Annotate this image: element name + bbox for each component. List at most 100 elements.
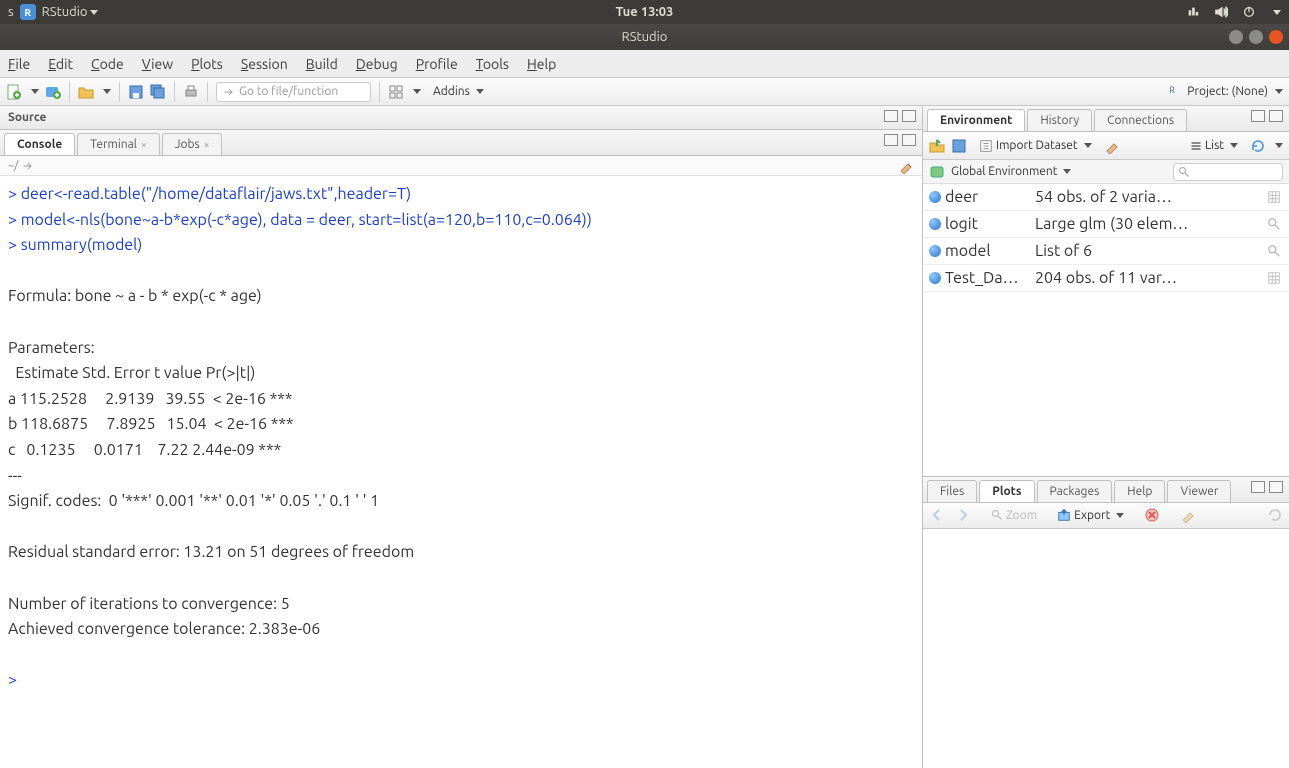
- inspect-icon[interactable]: [1267, 217, 1289, 231]
- menu-edit[interactable]: Edit: [48, 56, 73, 72]
- save-icon[interactable]: [128, 84, 144, 100]
- rstudio-badge-icon: R: [20, 4, 36, 20]
- open-recent-dropdown-icon[interactable]: [103, 89, 111, 94]
- clear-console-icon[interactable]: [898, 158, 914, 174]
- ubuntu-top-bar: s R RStudio Tue 13:03: [0, 0, 1289, 24]
- refresh-plots-icon[interactable]: [1267, 507, 1283, 523]
- source-pane-header: Source: [0, 106, 922, 130]
- ubuntu-app-name[interactable]: RStudio: [42, 5, 88, 19]
- goto-arrow-icon: [223, 86, 235, 98]
- path-arrow-icon[interactable]: [22, 160, 34, 172]
- source-maximize-icon[interactable]: [902, 110, 916, 122]
- menu-tools[interactable]: Tools: [476, 56, 509, 72]
- env-search-input[interactable]: [1173, 163, 1283, 181]
- print-icon[interactable]: [183, 84, 199, 100]
- volume-icon[interactable]: [1214, 5, 1228, 19]
- clear-plots-icon[interactable]: [1180, 507, 1196, 523]
- grid-dropdown-icon[interactable]: [413, 89, 421, 94]
- source-title: Source: [8, 111, 46, 124]
- new-project-icon[interactable]: [45, 84, 61, 100]
- tab-console[interactable]: Console: [4, 133, 75, 155]
- plots-minimize-icon[interactable]: [1251, 481, 1265, 493]
- console-output-line: c 0.1235 0.0171 7.22 2.44e-09 ***: [8, 438, 914, 464]
- window-close-button[interactable]: [1269, 30, 1283, 44]
- window-minimize-button[interactable]: [1229, 30, 1243, 44]
- tab-connections[interactable]: Connections: [1094, 109, 1187, 131]
- next-plot-icon[interactable]: [955, 507, 971, 523]
- tab-viewer[interactable]: Viewer: [1167, 480, 1231, 502]
- env-maximize-icon[interactable]: [1269, 110, 1283, 122]
- plots-maximize-icon[interactable]: [1269, 481, 1283, 493]
- menu-debug[interactable]: Debug: [356, 56, 398, 72]
- new-file-dropdown-icon[interactable]: [31, 89, 39, 94]
- addins-button[interactable]: Addins: [433, 85, 484, 98]
- open-file-icon[interactable]: [78, 84, 94, 100]
- menu-view[interactable]: View: [142, 56, 173, 72]
- remove-plot-icon[interactable]: [1144, 507, 1160, 523]
- env-toolbar: Import Dataset List: [923, 132, 1289, 160]
- menu-code[interactable]: Code: [91, 56, 124, 72]
- system-menu-chevron-icon[interactable]: [1273, 10, 1281, 15]
- view-table-icon[interactable]: [1267, 190, 1289, 204]
- env-minimize-icon[interactable]: [1251, 110, 1265, 122]
- menu-build[interactable]: Build: [306, 56, 338, 72]
- zoom-icon: [991, 509, 1003, 521]
- goto-file-function-input[interactable]: Go to file/function: [216, 82, 371, 102]
- env-row[interactable]: modelList of 6: [923, 238, 1289, 265]
- goto-placeholder: Go to file/function: [239, 85, 338, 98]
- env-row[interactable]: deer54 obs. of 2 varia…: [923, 184, 1289, 211]
- inspect-icon[interactable]: [1267, 244, 1289, 258]
- console-maximize-icon[interactable]: [902, 134, 916, 146]
- list-icon: [1190, 140, 1202, 152]
- env-row[interactable]: logitLarge glm (30 elem…: [923, 211, 1289, 238]
- project-selector[interactable]: R Project: (None): [1169, 85, 1283, 99]
- plots-area: [923, 529, 1289, 768]
- clear-workspace-icon[interactable]: [1104, 138, 1120, 154]
- ubuntu-clock[interactable]: Tue 13:03: [616, 5, 674, 19]
- tab-plots[interactable]: Plots: [979, 480, 1034, 502]
- refresh-icon[interactable]: [1250, 138, 1266, 154]
- power-icon[interactable]: [1242, 5, 1256, 19]
- close-icon[interactable]: ×: [141, 139, 147, 150]
- grid-icon[interactable]: [388, 84, 404, 100]
- save-all-icon[interactable]: [150, 84, 166, 100]
- menu-session[interactable]: Session: [241, 56, 288, 72]
- tab-packages[interactable]: Packages: [1037, 480, 1113, 502]
- view-table-icon[interactable]: [1267, 271, 1289, 285]
- menu-profile[interactable]: Profile: [416, 56, 458, 72]
- tab-jobs[interactable]: Jobs×: [162, 133, 223, 155]
- network-icon[interactable]: [1186, 5, 1200, 19]
- console-prompt: >: [8, 668, 914, 694]
- close-icon[interactable]: ×: [204, 139, 210, 150]
- refresh-dropdown-icon[interactable]: [1275, 143, 1283, 148]
- console-output-line: Number of iterations to convergence: 5: [8, 592, 914, 618]
- tab-environment[interactable]: Environment: [927, 109, 1025, 131]
- tab-help[interactable]: Help: [1114, 480, 1165, 502]
- env-object-name: model: [945, 242, 991, 260]
- window-maximize-button[interactable]: [1249, 30, 1263, 44]
- env-row[interactable]: Test_Da…204 obs. of 11 var…: [923, 265, 1289, 292]
- save-workspace-icon[interactable]: [951, 138, 967, 154]
- tab-history[interactable]: History: [1027, 109, 1092, 131]
- zoom-button[interactable]: Zoom: [991, 509, 1037, 522]
- menu-file[interactable]: File: [8, 56, 30, 72]
- console-minimize-icon[interactable]: [884, 134, 898, 146]
- load-workspace-icon[interactable]: [929, 138, 945, 154]
- console-output[interactable]: > deer<-read.table("/home/dataflair/jaws…: [0, 176, 922, 768]
- prev-plot-icon[interactable]: [929, 507, 945, 523]
- tab-terminal[interactable]: Terminal×: [77, 133, 159, 155]
- app-menu-chevron-icon[interactable]: [90, 10, 98, 15]
- tab-files[interactable]: Files: [927, 480, 977, 502]
- env-scope-label[interactable]: Global Environment: [951, 165, 1071, 178]
- menu-help[interactable]: Help: [527, 56, 556, 72]
- export-button[interactable]: Export: [1057, 508, 1124, 522]
- r-project-icon: R: [1169, 85, 1183, 99]
- import-dataset-button[interactable]: Import Dataset: [979, 139, 1092, 153]
- new-file-icon[interactable]: [6, 84, 22, 100]
- list-view-button[interactable]: List: [1190, 139, 1238, 152]
- menu-plots[interactable]: Plots: [191, 56, 223, 72]
- env-object-desc: Large glm (30 elem…: [1029, 215, 1267, 233]
- export-icon: [1057, 508, 1071, 522]
- source-minimize-icon[interactable]: [884, 110, 898, 122]
- console-output-line: [8, 310, 914, 336]
